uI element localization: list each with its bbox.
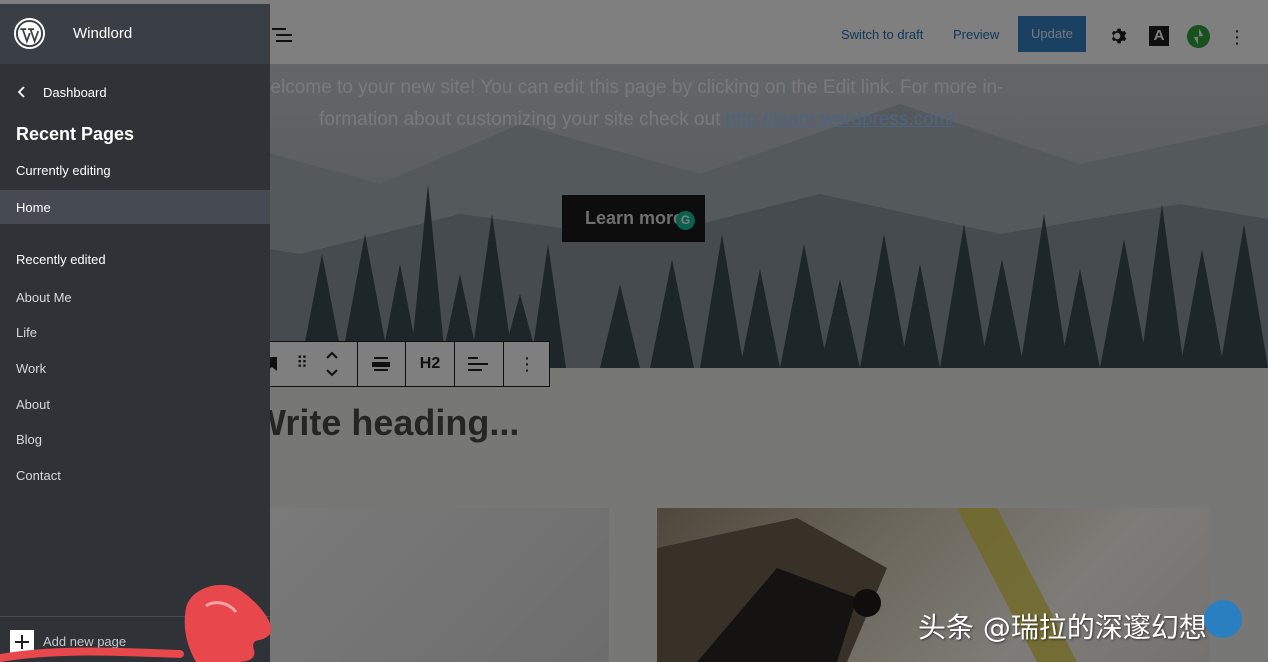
sidebar-item-about[interactable]: About — [16, 397, 50, 412]
learn-wordpress-link[interactable]: http://learn.wordpress.com/ — [726, 109, 955, 130]
switch-to-draft-link[interactable]: Switch to draft — [841, 27, 923, 42]
red-annotation-scribble — [0, 584, 272, 662]
sidebar-item-label: Home — [16, 200, 51, 215]
chevron-left-icon — [17, 86, 25, 98]
sidebar-item-home[interactable]: Home — [0, 190, 270, 224]
text-align-icon[interactable] — [468, 356, 488, 372]
sidebar-header: Windlord — [0, 4, 270, 64]
currently-editing-label: Currently editing — [16, 163, 111, 178]
list-view-icon[interactable] — [272, 26, 294, 44]
site-title[interactable]: Windlord — [73, 25, 132, 42]
back-to-dashboard[interactable]: Dashboard — [0, 80, 270, 106]
block-toolbar: ⠿ H2 ⋮ — [250, 341, 550, 387]
move-up-down-icon[interactable] — [325, 350, 339, 378]
styles-icon[interactable]: A — [1149, 26, 1169, 46]
preview-link[interactable]: Preview — [953, 27, 999, 42]
cover-paragraph[interactable]: elcome to your new site! You can edit th… — [252, 72, 1022, 136]
options-icon[interactable]: ⋮ — [504, 342, 550, 386]
watermark-text: 头条 @瑞拉的深邃幻想 — [918, 611, 1207, 644]
wordpress-logo-icon[interactable] — [14, 18, 45, 49]
heading-level-button[interactable]: H2 — [406, 342, 454, 386]
more-vertical-icon[interactable]: ⋮ — [1228, 28, 1246, 46]
heading-block[interactable]: Write heading... — [252, 402, 519, 444]
site-navigation-sidebar: Windlord Dashboard Recent Pages Currentl… — [0, 4, 270, 662]
drag-handle-icon[interactable]: ⠿ — [295, 342, 309, 386]
sidebar-item-life[interactable]: Life — [16, 325, 37, 340]
gear-icon[interactable] — [1108, 25, 1130, 47]
recently-edited-label: Recently edited — [16, 252, 106, 267]
sidebar-item-work[interactable]: Work — [16, 361, 46, 376]
sidebar-title: Recent Pages — [16, 124, 135, 144]
grammarly-icon[interactable]: G — [676, 211, 695, 230]
sidebar-item-blog[interactable]: Blog — [16, 432, 42, 447]
help-bubble-icon[interactable] — [1204, 600, 1242, 638]
jetpack-icon[interactable] — [1187, 25, 1210, 48]
dashboard-label: Dashboard — [43, 85, 107, 100]
sidebar-item-about-me[interactable]: About Me — [16, 290, 72, 305]
sidebar-item-contact[interactable]: Contact — [16, 468, 61, 483]
align-icon[interactable] — [372, 356, 390, 372]
update-button[interactable]: Update — [1018, 16, 1086, 52]
image-block-left[interactable] — [262, 508, 609, 662]
